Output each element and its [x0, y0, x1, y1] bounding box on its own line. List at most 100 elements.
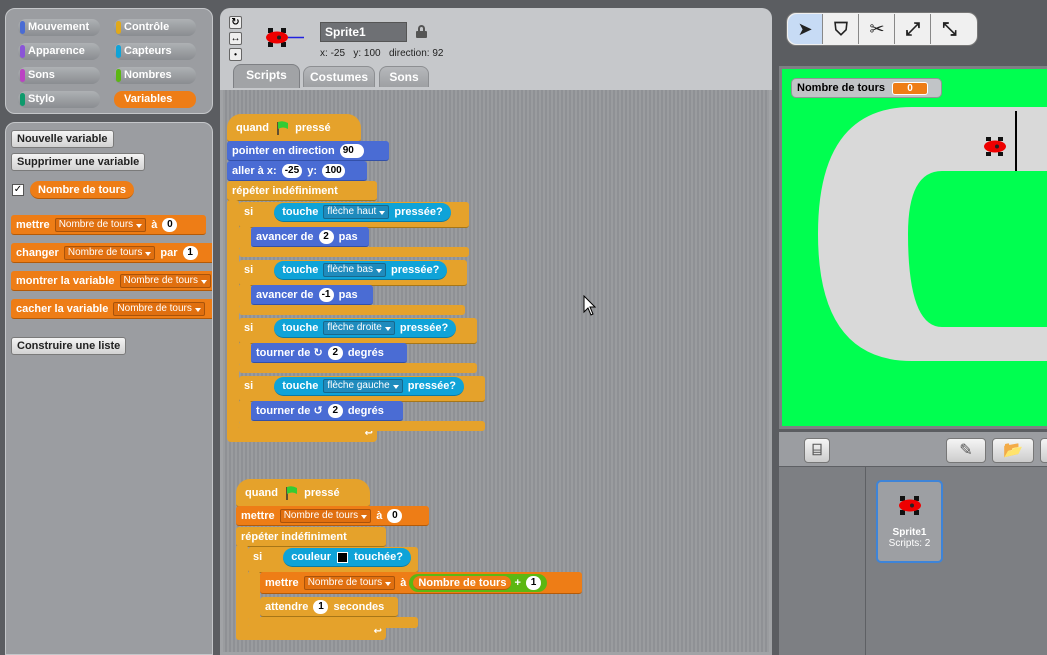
clicked-label: pressé	[295, 122, 331, 134]
change-label: changer	[16, 247, 59, 259]
category-variables[interactable]: Variables	[114, 91, 196, 108]
make-list-button[interactable]: Construire une liste	[11, 337, 127, 355]
new-variable-button[interactable]: Nouvelle variable	[11, 130, 114, 148]
goto-x-input[interactable]: -25	[281, 164, 303, 179]
lock-icon[interactable]	[416, 25, 427, 38]
category-motion[interactable]: Mouvement	[18, 19, 100, 36]
key-up-dropdown[interactable]: flèche haut	[323, 205, 390, 220]
key-up-condition[interactable]: touche flèche haut pressée?	[274, 203, 451, 222]
turn-right-block[interactable]: tourner de ↻ 2 degrés	[251, 343, 407, 363]
if-color-arm	[248, 571, 260, 621]
if-key-down-block[interactable]: si touche flèche bas pressée?	[239, 260, 467, 286]
stage-select-icon[interactable]: ⌸	[804, 438, 830, 463]
stamp-tool-icon[interactable]: ⛉	[824, 14, 859, 44]
move-up-input[interactable]: 2	[318, 230, 334, 245]
sprite-thumbnail-icon	[266, 28, 304, 47]
forever-block[interactable]: répéter indéfiniment	[227, 181, 377, 201]
move-up-block[interactable]: avancer de 2 pas	[251, 227, 369, 247]
color-swatch[interactable]	[337, 551, 349, 563]
add-operator[interactable]: Nombre de tours + 1	[409, 574, 547, 593]
show-var-dropdown[interactable]: Nombre de tours	[119, 274, 211, 289]
turn-label: tourner de	[256, 347, 311, 359]
change-var-dropdown[interactable]: Nombre de tours	[63, 246, 156, 261]
when-flag-clicked-hat-2[interactable]: quand pressé	[236, 479, 370, 507]
set-increment-dropdown[interactable]: Nombre de tours	[303, 576, 396, 591]
when-flag-clicked-hat[interactable]: quand pressé	[227, 114, 361, 142]
if-key-left-block[interactable]: si touche flèche gauche pressée?	[239, 376, 485, 402]
category-looks[interactable]: Apparence	[18, 43, 100, 60]
category-sound[interactable]: Sons	[18, 67, 100, 84]
category-sensing[interactable]: Capteurs	[114, 43, 196, 60]
tab-costumes[interactable]: Costumes	[303, 66, 375, 87]
steps-label: pas	[338, 231, 358, 243]
key-right-condition[interactable]: touche flèche droite pressée?	[274, 319, 457, 338]
goto-y-input[interactable]: 100	[322, 164, 345, 179]
goto-label: aller à x:	[232, 165, 277, 177]
key-left-dropdown[interactable]: flèche gauche	[323, 379, 403, 394]
move-down-input[interactable]: -1	[318, 288, 334, 303]
shrink-tool-icon[interactable]: ⤡	[932, 14, 967, 44]
if-color-bottom	[248, 617, 418, 628]
set-variable-block[interactable]: mettre Nombre de tours à 0	[11, 215, 206, 235]
forever-block-2[interactable]: répéter indéfiniment	[236, 527, 386, 547]
variable-reporter[interactable]: Nombre de tours	[30, 181, 135, 199]
show-variable-block[interactable]: montrer la variable Nombre de tours	[11, 271, 212, 291]
category-pen[interactable]: Stylo	[18, 91, 100, 108]
block-palette: Nouvelle variable Supprimer une variable…	[5, 122, 213, 655]
variable-checkbox[interactable]: ✓	[12, 184, 24, 196]
key-left-condition[interactable]: touche flèche gauche pressée?	[274, 377, 465, 396]
goto-xy-block[interactable]: aller à x: -25 y: 100	[227, 161, 367, 181]
paint-new-sprite-icon[interactable]: ✎	[946, 438, 986, 463]
hide-variable-block[interactable]: cacher la variable Nombre de tours	[11, 299, 212, 319]
set-value-input[interactable]: 0	[162, 218, 178, 233]
random-sprite-icon[interactable]	[1040, 438, 1047, 463]
green-flag-icon	[277, 121, 289, 136]
move-down-block[interactable]: avancer de -1 pas	[251, 285, 373, 305]
change-value-input[interactable]: 1	[182, 246, 198, 261]
set-var-dropdown[interactable]: Nombre de tours	[54, 218, 147, 233]
if-color-block[interactable]: si couleur touchée?	[248, 547, 418, 573]
category-operators[interactable]: Nombres	[114, 67, 196, 84]
wait-input[interactable]: 1	[313, 600, 329, 615]
scissors-tool-icon[interactable]: ✂	[860, 14, 895, 44]
variable-monitor[interactable]: Nombre de tours 0	[791, 78, 942, 98]
change-variable-block[interactable]: changer Nombre de tours par 1	[11, 243, 212, 263]
choose-sprite-folder-icon[interactable]: 📂	[992, 438, 1034, 463]
if-key-up-block[interactable]: si touche flèche haut pressée?	[239, 202, 469, 228]
stage[interactable]	[782, 69, 1047, 426]
stage-toolbar: ➤ ⛉ ✂ ⤢ ⤡	[786, 12, 978, 46]
set-counter-block[interactable]: mettre Nombre de tours à 0	[236, 506, 429, 526]
turn-left-input[interactable]: 2	[327, 404, 343, 419]
set-counter-input[interactable]: 0	[387, 509, 403, 524]
sprite-card[interactable]: Sprite1 Scripts: 2	[876, 480, 943, 563]
hide-var-dropdown[interactable]: Nombre de tours	[113, 302, 205, 317]
if-up-bottom	[239, 247, 469, 257]
key-down-condition[interactable]: touche flèche bas pressée?	[274, 261, 448, 280]
wait-block[interactable]: attendre 1 secondes	[260, 597, 398, 617]
direction-input[interactable]: 90	[339, 144, 364, 159]
to-label: à	[400, 577, 407, 589]
turn-right-input[interactable]: 2	[327, 346, 343, 361]
key-right-dropdown[interactable]: flèche droite	[323, 321, 395, 336]
degrees-label: degrés	[347, 405, 384, 417]
delete-variable-button[interactable]: Supprimer une variable	[11, 153, 146, 171]
tab-sounds[interactable]: Sons	[379, 66, 429, 87]
increment-input[interactable]: 1	[526, 576, 541, 591]
set-increment-block[interactable]: mettre Nombre de tours à Nombre de tours…	[260, 572, 582, 594]
turn-left-block[interactable]: tourner de ↺ 2 degrés	[251, 401, 403, 421]
set-counter-dropdown[interactable]: Nombre de tours	[279, 509, 372, 524]
rotate-style-lr-icon[interactable]: ↔	[229, 32, 242, 45]
if-key-right-block[interactable]: si touche flèche droite pressée?	[239, 318, 477, 344]
key-down-dropdown[interactable]: flèche bas	[323, 263, 386, 278]
grow-tool-icon[interactable]: ⤢	[896, 14, 931, 44]
sprite-name-input[interactable]: Sprite1	[320, 22, 407, 42]
point-direction-block[interactable]: pointer en direction 90	[227, 141, 389, 161]
arrow-tool-icon[interactable]: ➤	[788, 14, 823, 44]
rotate-style-all-icon[interactable]: ↻	[229, 16, 242, 29]
counter-reporter[interactable]: Nombre de tours	[413, 576, 512, 591]
tab-scripts[interactable]: Scripts	[233, 64, 300, 88]
rotate-style-none-icon[interactable]: •	[229, 48, 242, 61]
color-touched-condition[interactable]: couleur touchée?	[283, 548, 412, 567]
forever-bottom-2: ↩	[236, 626, 386, 640]
category-control[interactable]: Contrôle	[114, 19, 196, 36]
